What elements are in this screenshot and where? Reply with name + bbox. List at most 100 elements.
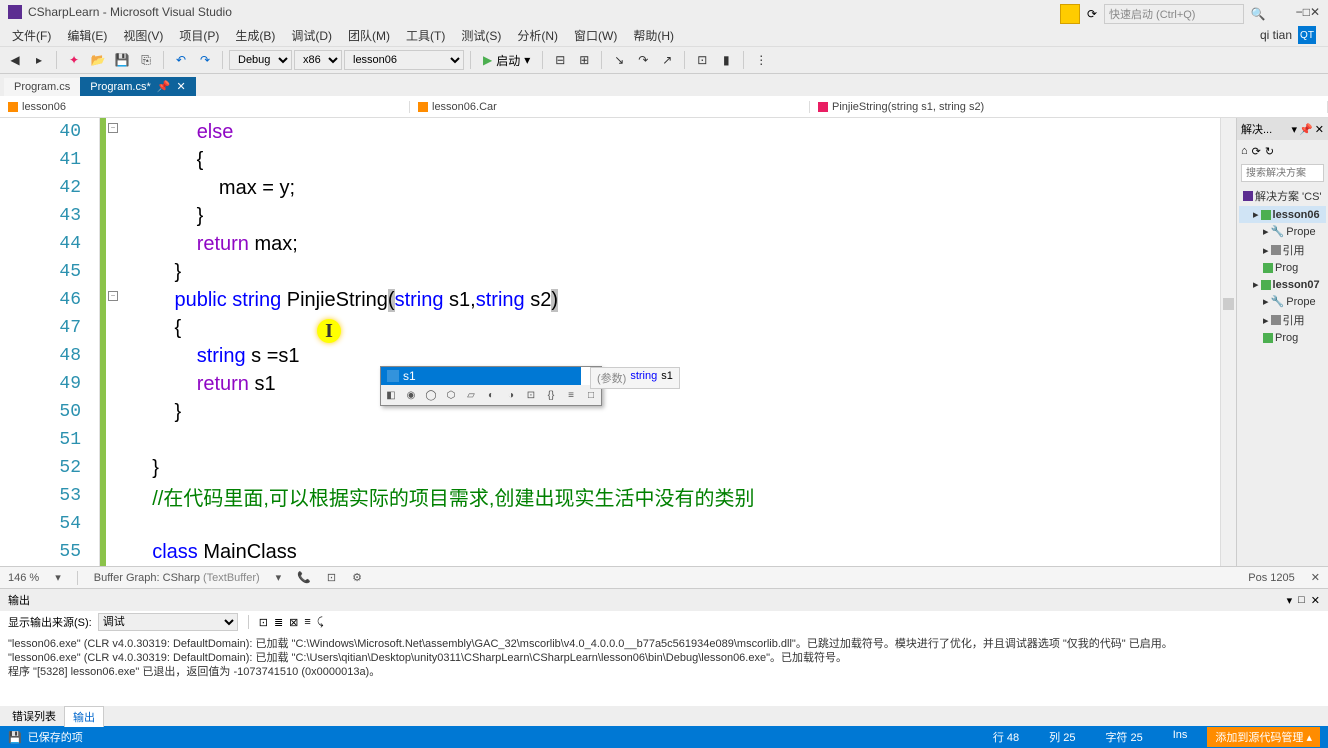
code-line[interactable]: { bbox=[130, 314, 1220, 342]
code-line[interactable]: public string PinjieString(string s1,str… bbox=[130, 286, 1220, 314]
output-tb-icon[interactable]: ⤹ bbox=[317, 616, 324, 629]
code-line[interactable]: } bbox=[130, 258, 1220, 286]
filter-icon[interactable]: ◑ bbox=[503, 387, 519, 403]
info-icon[interactable]: 📞 bbox=[297, 571, 311, 584]
file-tab-active[interactable]: Program.cs*📌✕ bbox=[80, 77, 195, 96]
output-tab[interactable]: 输出 bbox=[64, 706, 104, 727]
output-dropdown-icon[interactable]: ▾ bbox=[1287, 594, 1293, 607]
tb-icon-4[interactable]: ▮ bbox=[715, 49, 737, 71]
forward-button[interactable]: ▸ bbox=[28, 49, 50, 71]
close-info-icon[interactable]: ✕ bbox=[1311, 571, 1320, 584]
menu-build[interactable]: 生成(B) bbox=[227, 27, 283, 44]
code-line[interactable]: else bbox=[130, 118, 1220, 146]
source-control-button[interactable]: 添加到源代码管理 ▴ bbox=[1207, 727, 1320, 747]
output-close-icon[interactable]: ✕ bbox=[1311, 594, 1320, 607]
filter-icon[interactable]: ◧ bbox=[383, 387, 399, 403]
feedback-icon[interactable]: ⟳ bbox=[1084, 7, 1100, 21]
project-dropdown[interactable]: lesson06 bbox=[344, 50, 464, 70]
minimize-button[interactable]: − bbox=[1296, 5, 1303, 19]
menu-window[interactable]: 窗口(W) bbox=[566, 27, 625, 44]
menu-file[interactable]: 文件(F) bbox=[4, 27, 59, 44]
tb-icon-5[interactable]: ⋮ bbox=[750, 49, 772, 71]
new-button[interactable]: ✦ bbox=[63, 49, 85, 71]
config-dropdown[interactable]: Debug bbox=[229, 50, 292, 70]
menu-edit[interactable]: 编辑(E) bbox=[59, 27, 115, 44]
filter-icon[interactable]: ◐ bbox=[483, 387, 499, 403]
user-avatar[interactable]: QT bbox=[1298, 26, 1316, 44]
info-icon[interactable]: ⊡ bbox=[327, 571, 336, 584]
back-button[interactable]: ◀ bbox=[4, 49, 26, 71]
intellisense-item[interactable]: s1 bbox=[381, 367, 581, 385]
fold-toggle[interactable]: − bbox=[108, 123, 118, 133]
breadcrumb-project[interactable]: lesson06 bbox=[0, 101, 410, 113]
quick-launch-input[interactable]: 快速启动 (Ctrl+Q) bbox=[1104, 4, 1244, 24]
menu-test[interactable]: 测试(S) bbox=[453, 27, 509, 44]
code-line[interactable]: { bbox=[130, 146, 1220, 174]
code-line[interactable]: } bbox=[130, 454, 1220, 482]
tree-item[interactable]: Prog bbox=[1239, 260, 1326, 276]
filter-icon[interactable]: {} bbox=[543, 387, 559, 403]
code-line[interactable] bbox=[130, 510, 1220, 538]
code-line[interactable] bbox=[130, 426, 1220, 454]
step-over-icon[interactable]: ↷ bbox=[632, 49, 654, 71]
tree-item[interactable]: ▸引用 bbox=[1239, 240, 1326, 260]
solution-root[interactable]: 解决方案 'CS' bbox=[1239, 186, 1326, 206]
output-tb-icon[interactable]: ⊡ bbox=[259, 616, 268, 629]
vertical-scrollbar[interactable] bbox=[1220, 118, 1236, 566]
intellisense-popup[interactable]: s1 ◧ ◉ ◯ ⬡ ▱ ◐ ◑ ⊡ {} ≡ □ bbox=[380, 366, 602, 406]
code-line[interactable]: string s =s1 bbox=[130, 342, 1220, 370]
platform-dropdown[interactable]: x86 bbox=[294, 50, 342, 70]
output-tb-icon[interactable]: ≡ bbox=[304, 616, 310, 628]
user-name[interactable]: qi tian bbox=[1260, 28, 1292, 42]
menu-debug[interactable]: 调试(D) bbox=[283, 27, 340, 44]
search-icon[interactable]: 🔍 bbox=[1248, 4, 1268, 24]
redo-button[interactable]: ↷ bbox=[194, 49, 216, 71]
project-node[interactable]: ▸lesson06 bbox=[1239, 206, 1326, 223]
breadcrumb-method[interactable]: PinjieString(string s1, string s2) bbox=[810, 101, 1328, 113]
filter-icon[interactable]: ◉ bbox=[403, 387, 419, 403]
tree-item[interactable]: ▸🔧Prope bbox=[1239, 293, 1326, 310]
output-tb-icon[interactable]: ⊠ bbox=[289, 616, 298, 629]
tb-icon-2[interactable]: ⊞ bbox=[573, 49, 595, 71]
panel-pin-icon[interactable]: 📌 bbox=[1299, 123, 1313, 136]
breadcrumb-class[interactable]: lesson06.Car bbox=[410, 101, 810, 113]
output-content[interactable]: "lesson06.exe" (CLR v4.0.30319: DefaultD… bbox=[0, 633, 1328, 706]
info-icon[interactable]: ⚙ bbox=[352, 571, 362, 584]
output-pin-icon[interactable]: □ bbox=[1298, 594, 1305, 607]
tree-item[interactable]: Prog bbox=[1239, 330, 1326, 346]
save-button[interactable]: 💾 bbox=[111, 49, 133, 71]
open-button[interactable]: 📂 bbox=[87, 49, 109, 71]
code-line[interactable]: } bbox=[130, 202, 1220, 230]
output-tb-icon[interactable]: ≣ bbox=[274, 616, 283, 629]
maximize-button[interactable]: □ bbox=[1303, 5, 1310, 19]
notification-icon[interactable] bbox=[1060, 4, 1080, 24]
home-icon[interactable]: ⌂ bbox=[1241, 145, 1248, 157]
filter-icon[interactable]: ⬡ bbox=[443, 387, 459, 403]
close-tab-icon[interactable]: ✕ bbox=[176, 80, 185, 93]
menu-project[interactable]: 项目(P) bbox=[171, 27, 227, 44]
close-button[interactable]: ✕ bbox=[1310, 5, 1320, 19]
error-list-tab[interactable]: 错误列表 bbox=[4, 706, 64, 726]
solution-search-input[interactable] bbox=[1241, 164, 1324, 182]
filter-icon[interactable]: ◯ bbox=[423, 387, 439, 403]
tree-item[interactable]: ▸🔧Prope bbox=[1239, 223, 1326, 240]
project-node[interactable]: ▸lesson07 bbox=[1239, 276, 1326, 293]
step-into-icon[interactable]: ↘ bbox=[608, 49, 630, 71]
filter-icon[interactable]: □ bbox=[583, 387, 599, 403]
code-line[interactable]: class MainClass bbox=[130, 538, 1220, 566]
menu-team[interactable]: 团队(M) bbox=[340, 27, 398, 44]
step-out-icon[interactable]: ↗ bbox=[656, 49, 678, 71]
panel-close-icon[interactable]: ✕ bbox=[1315, 123, 1324, 136]
code-line[interactable]: max = y; bbox=[130, 174, 1220, 202]
start-button[interactable]: ▶启动 ▾ bbox=[477, 52, 536, 69]
fold-toggle[interactable]: − bbox=[108, 291, 118, 301]
save-all-button[interactable]: ⎘ bbox=[135, 49, 157, 71]
filter-icon[interactable]: ⊡ bbox=[523, 387, 539, 403]
code-line[interactable]: } bbox=[130, 398, 1220, 426]
panel-dropdown-icon[interactable]: ▾ bbox=[1292, 123, 1298, 136]
zoom-dropdown-icon[interactable]: ▾ bbox=[55, 571, 61, 584]
buffer-dropdown-icon[interactable]: ▾ bbox=[276, 571, 282, 584]
refresh-icon[interactable]: ⟳ bbox=[1252, 145, 1261, 158]
code-line[interactable]: //在代码里面,可以根据实际的项目需求,创建出现实生活中没有的类别 bbox=[130, 482, 1220, 510]
sync-icon[interactable]: ↻ bbox=[1265, 145, 1274, 158]
